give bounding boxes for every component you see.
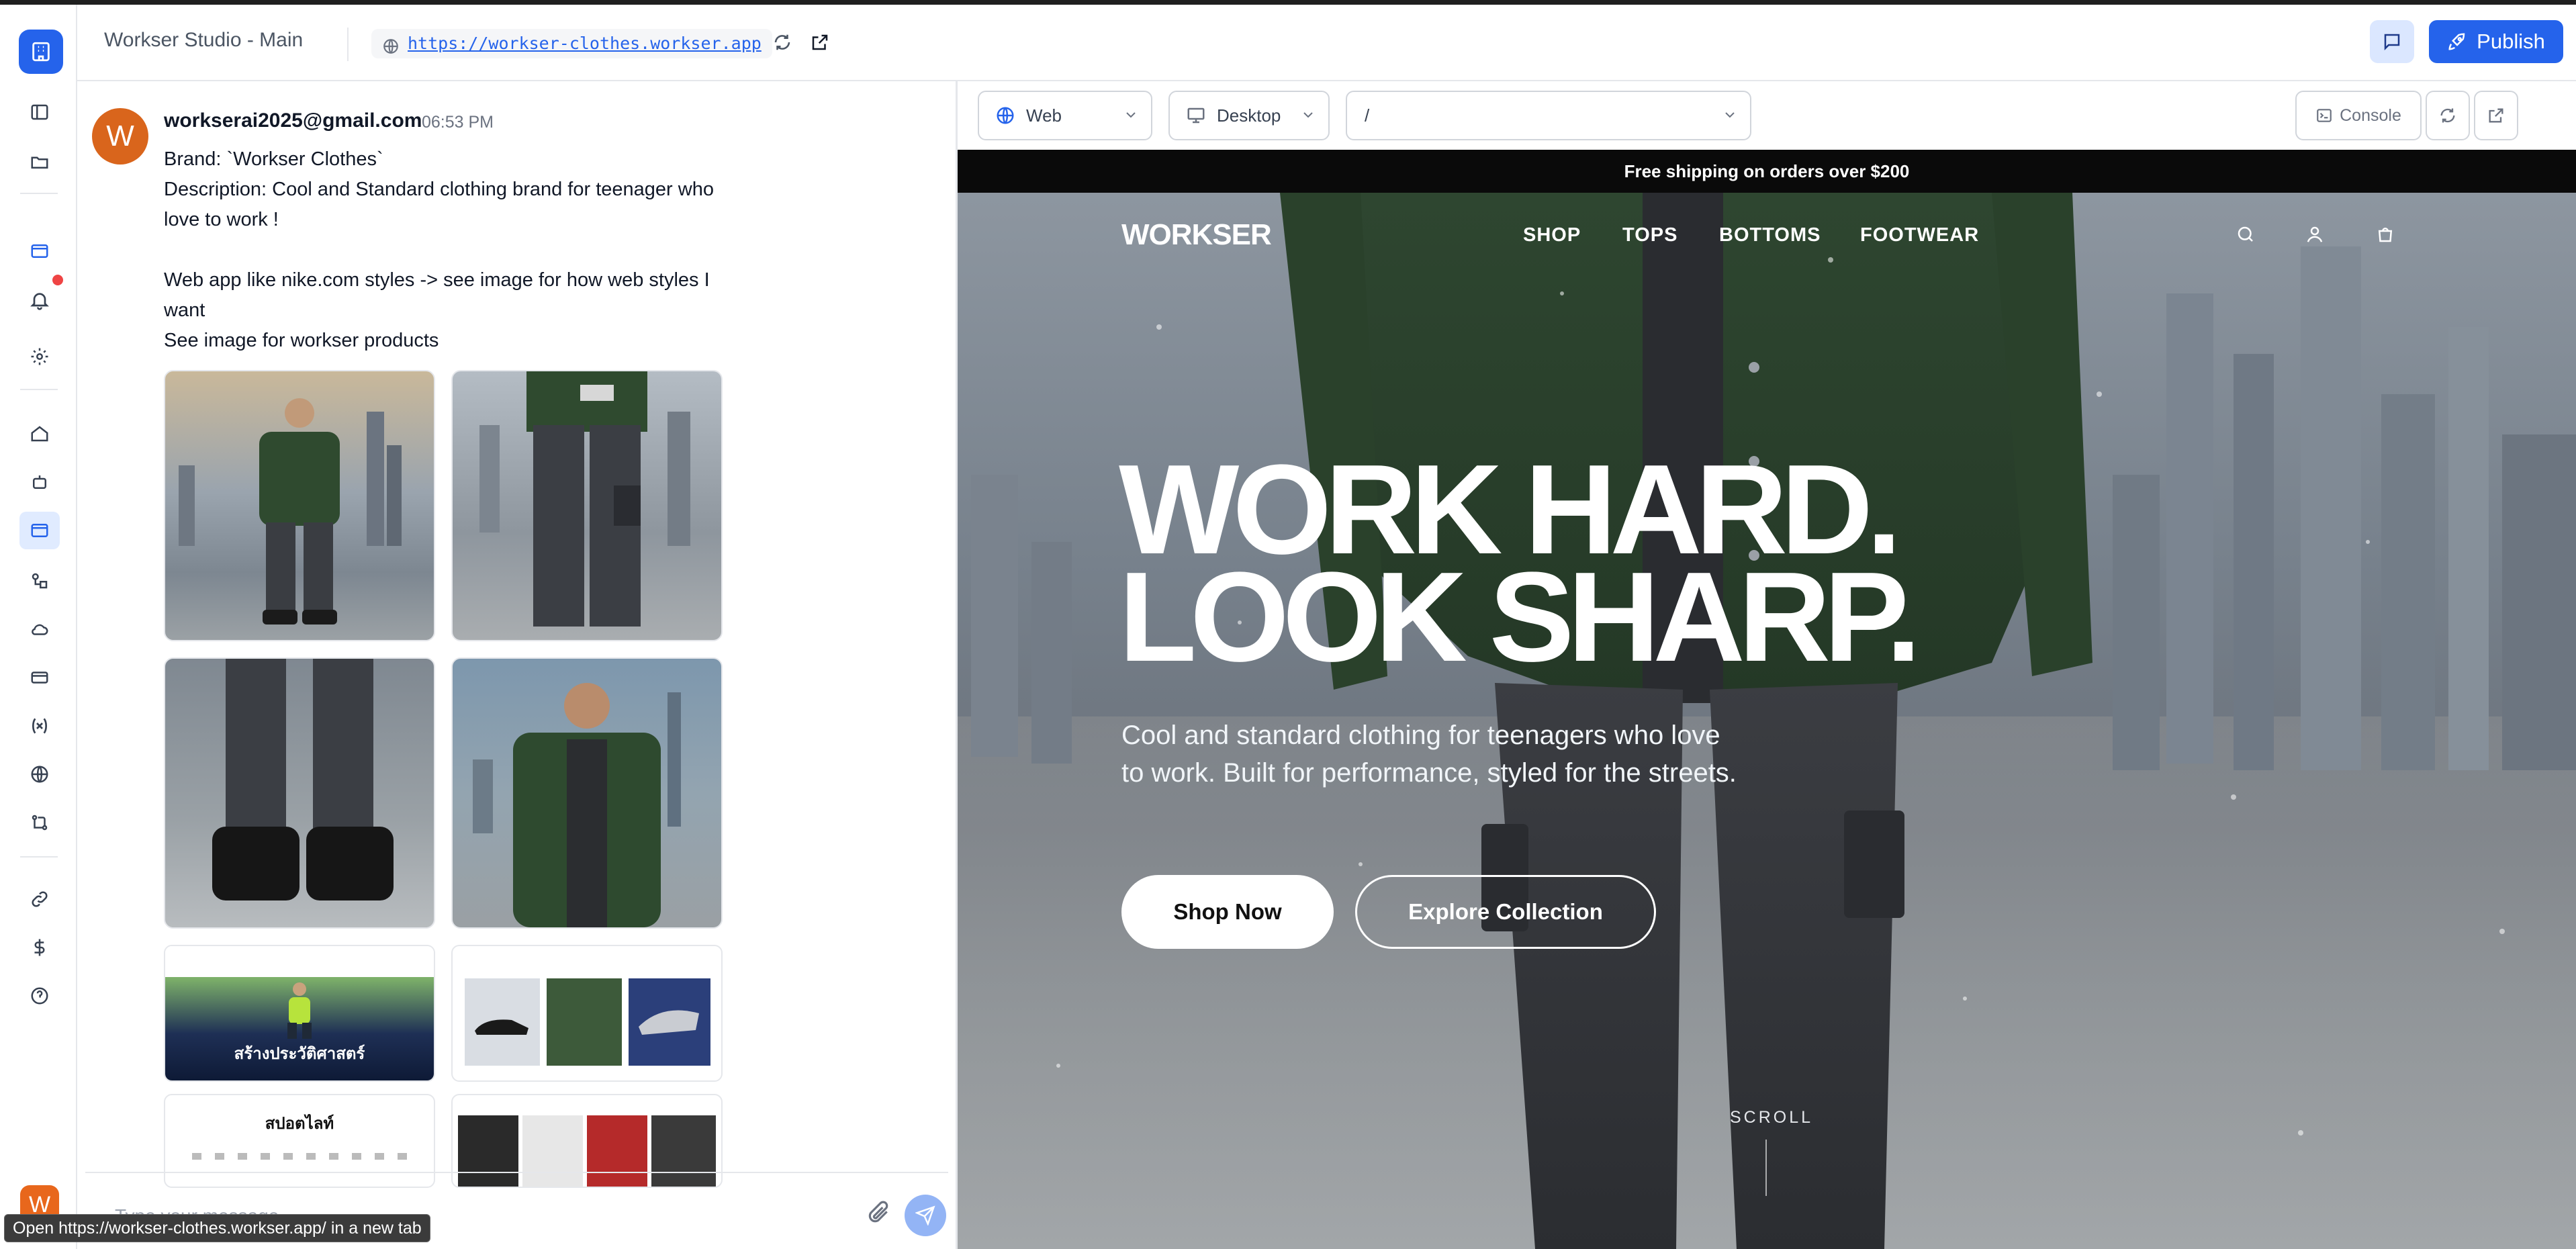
deployed-url-link[interactable]: https://workser-clothes.workser.app: [371, 29, 772, 58]
left-rail: W: [0, 5, 77, 1249]
rail-separator: [20, 193, 58, 194]
reference-spotlight-title: สปอตไลท์: [265, 1115, 334, 1133]
open-external-icon[interactable]: [805, 28, 835, 57]
bot-icon[interactable]: [25, 467, 54, 497]
chat-panel: W workserai2025@gmail.com 06:53 PM Brand…: [77, 81, 956, 1249]
hero-section: WORKSER SHOP TOPS BOTTOMS FOOTWEAR WORK …: [958, 193, 2576, 1249]
shopping-bag-icon[interactable]: [2373, 222, 2397, 246]
announcement-bar: Free shipping on orders over $200: [958, 150, 2576, 193]
url-text: https://workser-clothes.workser.app: [408, 34, 762, 53]
product-image-thumbnail[interactable]: [164, 370, 435, 641]
git-merge-icon[interactable]: [25, 808, 54, 837]
chevron-down-icon: [1123, 107, 1139, 128]
site-preview: Free shipping on orders over $200 WORKSE…: [958, 150, 2576, 1249]
reference-banner-text: สร้างประวัติศาสตร์: [234, 1045, 365, 1063]
scroll-indicator-line: [1765, 1140, 1767, 1196]
header-separator: [347, 28, 349, 61]
refresh-icon[interactable]: [768, 28, 797, 57]
folder-icon[interactable]: [25, 147, 54, 177]
home-icon[interactable]: [25, 419, 54, 449]
dollar-icon[interactable]: [25, 933, 54, 962]
help-circle-icon[interactable]: [25, 981, 54, 1011]
message-line: Description: Cool and Standard clothing …: [164, 179, 714, 230]
message-body: Brand: `Workser Clothes` Description: Co…: [164, 144, 741, 356]
paperclip-icon[interactable]: [866, 1200, 891, 1229]
message-line: See image for workser products: [164, 330, 439, 351]
refresh-icon: [2440, 108, 2455, 123]
preview-toolbar: Web Desktop / Console: [958, 81, 2576, 151]
message-square-icon: [2384, 34, 2400, 51]
message-line: [164, 235, 735, 265]
message-time: 06:53 PM: [422, 113, 494, 132]
project-title: Workser Studio - Main: [104, 29, 304, 51]
link-hover-tooltip: Open https://workser-clothes.workser.app…: [4, 1214, 430, 1242]
nav-shop[interactable]: SHOP: [1523, 224, 1581, 246]
open-external-icon: [2489, 108, 2503, 123]
nav-bottoms[interactable]: BOTTOMS: [1719, 224, 1821, 246]
scroll-indicator-label: SCROLL: [1730, 1108, 1814, 1127]
message-sender: workserai2025@gmail.com: [164, 109, 422, 132]
message-avatar: W: [92, 108, 148, 165]
send-icon: [915, 1205, 935, 1225]
reference-site-thumbnail[interactable]: สร้างประวัติศาสตร์: [164, 945, 435, 1082]
notification-dot: [52, 275, 63, 285]
send-button[interactable]: [905, 1195, 946, 1236]
link-icon[interactable]: [25, 884, 54, 914]
search-icon[interactable]: [2234, 222, 2258, 246]
app-logo-icon[interactable]: [19, 30, 63, 74]
route-select[interactable]: /: [1346, 91, 1751, 140]
rail-separator: [20, 389, 58, 390]
rocket-icon: [2448, 33, 2465, 50]
message-line: Web app like nike.com styles -> see imag…: [164, 269, 710, 321]
user-account-icon[interactable]: [2303, 222, 2327, 246]
product-image-thumbnail[interactable]: [164, 657, 435, 929]
chevron-down-icon: [1722, 107, 1738, 128]
explore-collection-button[interactable]: Explore Collection: [1355, 875, 1656, 949]
hero-subtext: Cool and standard clothing for teenagers…: [1121, 721, 1737, 788]
publish-button[interactable]: Publish: [2429, 20, 2563, 63]
app-header: Workser Studio - Main https://workser-cl…: [77, 5, 2576, 81]
chevron-down-icon: [1300, 107, 1316, 128]
platform-select[interactable]: Web: [978, 91, 1152, 140]
message-line: Brand: `Workser Clothes`: [164, 148, 383, 170]
route-value: /: [1365, 105, 1370, 126]
hero-headline-line-2: LOOK SHARP.: [1119, 546, 1921, 688]
platform-value: Web: [1026, 105, 1062, 126]
reference-site-thumbnail[interactable]: [451, 945, 723, 1082]
hero-headline: WORK HARD. LOOK SHARP.: [1119, 446, 2059, 688]
product-image-thumbnail[interactable]: [451, 370, 723, 641]
terminal-icon: [2317, 109, 2332, 122]
monitor-icon: [1186, 105, 1206, 126]
globe-icon: [995, 105, 1015, 126]
preview-window-icon[interactable]: [19, 512, 60, 549]
globe-icon[interactable]: [25, 759, 54, 789]
nav-tops[interactable]: TOPS: [1622, 224, 1677, 246]
device-select[interactable]: Desktop: [1168, 91, 1330, 140]
bell-icon[interactable]: [25, 285, 54, 315]
chat-toggle-button[interactable]: [2370, 20, 2414, 63]
sidebar-toggle-icon[interactable]: [25, 97, 54, 127]
console-label: Console: [2340, 105, 2401, 125]
cloud-icon[interactable]: [25, 614, 54, 644]
credit-card-icon[interactable]: [25, 663, 54, 692]
settings-gear-icon[interactable]: [25, 342, 54, 371]
open-preview-button[interactable]: [2474, 91, 2518, 140]
components-icon[interactable]: [25, 566, 54, 596]
rail-separator: [20, 856, 58, 858]
variables-icon[interactable]: [25, 711, 54, 741]
publish-label: Publish: [2477, 30, 2545, 53]
device-value: Desktop: [1217, 105, 1281, 126]
browser-window-icon[interactable]: [25, 236, 54, 266]
shop-now-button[interactable]: Shop Now: [1121, 875, 1334, 949]
product-image-thumbnail[interactable]: [451, 657, 723, 929]
console-button[interactable]: Console: [2295, 91, 2422, 140]
window-top-strip: [0, 0, 2576, 5]
nav-footwear[interactable]: FOOTWEAR: [1860, 224, 1979, 246]
globe-icon: [382, 35, 400, 64]
reload-preview-button[interactable]: [2426, 91, 2470, 140]
site-logo[interactable]: WORKSER: [1121, 218, 1272, 252]
